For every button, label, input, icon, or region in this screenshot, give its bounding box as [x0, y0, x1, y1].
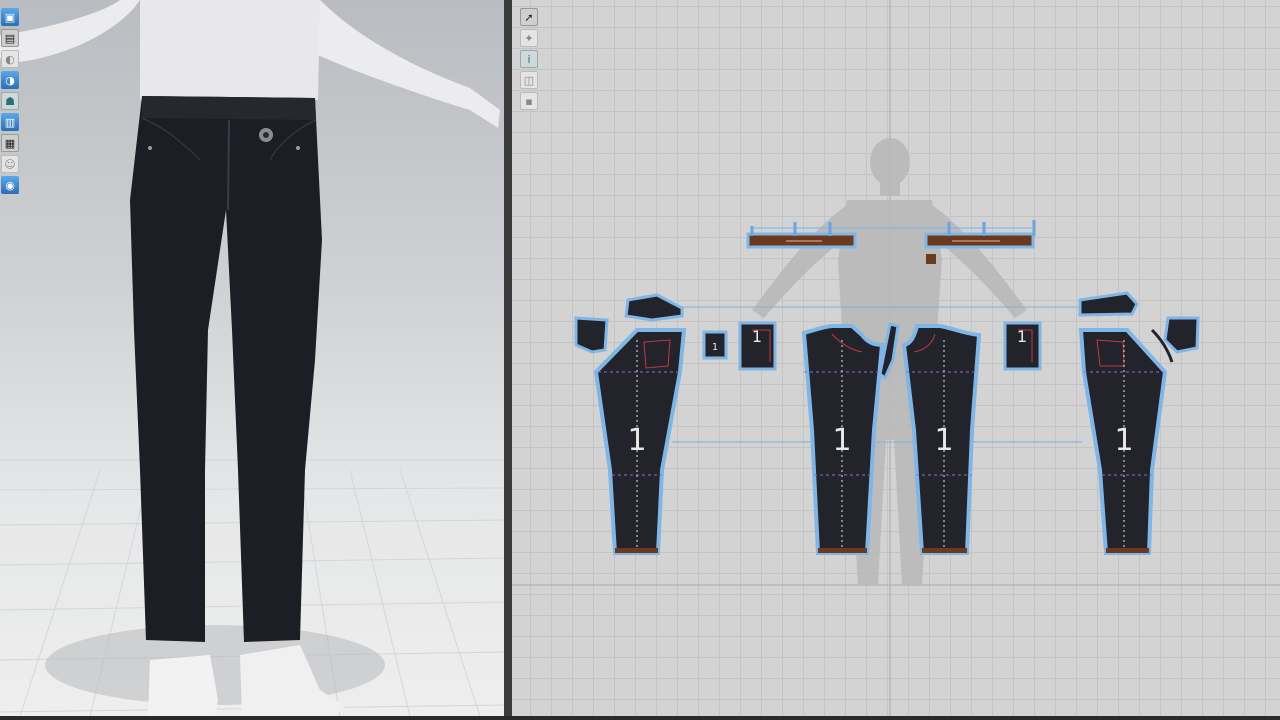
- avatar-scene: [0, 0, 504, 716]
- camera-view-icon[interactable]: ◉: [1, 176, 19, 194]
- texture-icon[interactable]: ◐: [1, 50, 19, 68]
- pattern-label: 1: [712, 342, 718, 353]
- viewport-2d-toolbar: ➚ ✦ i ◫ ▪: [520, 8, 538, 110]
- avatar-display-icon[interactable]: ▣: [1, 8, 19, 26]
- yoke-left: [624, 293, 684, 322]
- segment-icon[interactable]: ◫: [520, 71, 538, 89]
- pattern-label: 1: [1017, 327, 1027, 346]
- viewport-3d[interactable]: ▣ ▤ ◐ ◑ ☗ ▥ ▦ ☺ ◉: [0, 0, 504, 716]
- viewport-2d[interactable]: 1 1 1 1 1 1 1 ➚ ✦ i ◫ ▪: [512, 0, 1280, 716]
- layer-icon[interactable]: ▦: [1, 134, 19, 152]
- viewport-splitter[interactable]: [504, 0, 512, 720]
- coin-pocket-left: [574, 316, 609, 354]
- coin-pocket-right: [1163, 316, 1200, 354]
- status-bar: [0, 716, 1280, 720]
- pattern-label: 1: [627, 423, 646, 458]
- yoke-right: [1078, 291, 1139, 317]
- belt-loop-piece: [926, 254, 936, 264]
- garment-display-icon[interactable]: ▤: [1, 29, 19, 47]
- lock-pattern-icon[interactable]: ▪: [520, 92, 538, 110]
- avatar-left-arm: [0, 0, 140, 62]
- pattern-label: 1: [1114, 423, 1133, 458]
- avatar-silhouette-icon[interactable]: ☺: [1, 155, 19, 173]
- pattern-label: 1: [752, 327, 762, 346]
- edit-point-icon[interactable]: ✦: [520, 29, 538, 47]
- thickness-icon[interactable]: ▥: [1, 113, 19, 131]
- info-icon[interactable]: i: [520, 50, 538, 68]
- fabric-render-icon[interactable]: ◑: [1, 71, 19, 89]
- pattern-label: 1: [832, 423, 851, 458]
- transform-pattern-icon[interactable]: ➚: [520, 8, 538, 26]
- avatar-torso: [140, 0, 320, 100]
- avatar-pose-icon[interactable]: ☗: [1, 92, 19, 110]
- pattern-canvas: 1 1 1 1 1 1 1: [512, 0, 1280, 716]
- avatar-right-arm: [318, 0, 500, 128]
- left-shoe: [148, 655, 218, 716]
- pants-3d: [130, 96, 322, 642]
- viewport-3d-toolbar: ▣ ▤ ◐ ◑ ☗ ▥ ▦ ☺ ◉: [1, 8, 19, 194]
- pattern-label: 1: [934, 423, 953, 458]
